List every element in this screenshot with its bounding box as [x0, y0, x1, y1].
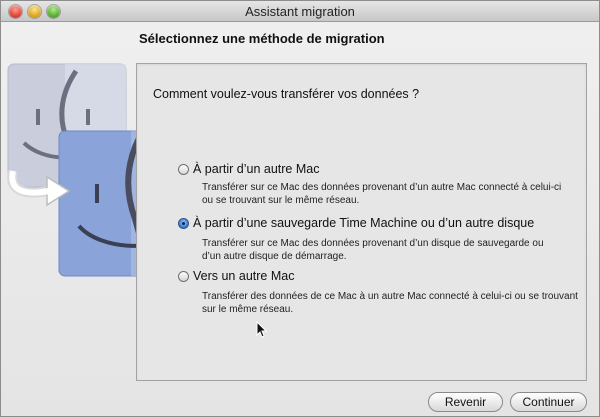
option-label[interactable]: Vers un autre Mac — [193, 269, 294, 283]
radio-from-time-machine[interactable] — [178, 218, 189, 229]
option-description-line1: Transférer sur ce Mac des données proven… — [202, 182, 562, 193]
option-description-line2: d’un autre disque de démarrage. — [202, 251, 347, 262]
option-description-line2: ou se trouvant sur le même réseau. — [202, 195, 360, 206]
page-heading: Sélectionnez une méthode de migration — [139, 31, 385, 46]
option-description-line1: Transférer des données de ce Mac à un au… — [202, 291, 578, 302]
continue-button[interactable]: Continuer — [510, 392, 587, 412]
option-description-line1: Transférer sur ce Mac des données proven… — [202, 238, 544, 249]
title-bar[interactable]: Assistant migration — [1, 1, 599, 22]
radio-from-another-mac[interactable] — [178, 164, 189, 175]
mouse-cursor-icon — [256, 321, 268, 338]
radio-to-another-mac[interactable] — [178, 271, 189, 282]
option-description-line2: sur le même réseau. — [202, 304, 294, 315]
option-label[interactable]: À partir d’une sauvegarde Time Machine o… — [193, 216, 534, 230]
migration-assistant-window: Assistant migration Sélectionnez une mét… — [0, 0, 600, 417]
transfer-question: Comment voulez-vous transférer vos donné… — [153, 87, 420, 101]
window-title: Assistant migration — [245, 4, 355, 19]
option-label[interactable]: À partir d’un autre Mac — [193, 162, 319, 176]
back-button[interactable]: Revenir — [428, 392, 503, 412]
